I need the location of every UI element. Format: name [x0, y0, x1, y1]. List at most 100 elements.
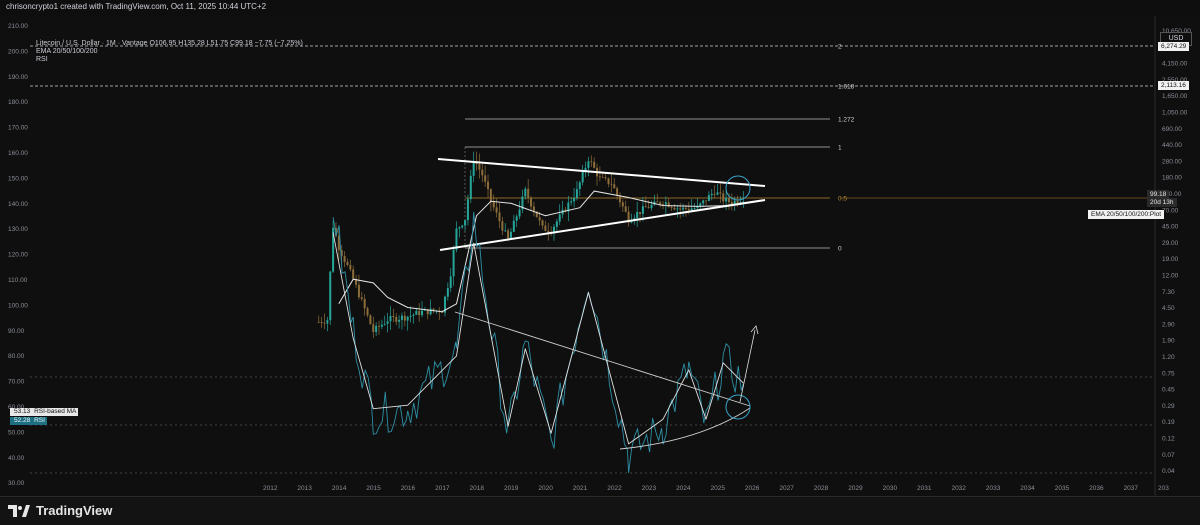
candle-body: [415, 310, 418, 315]
candle-body: [452, 249, 455, 277]
left-axis-label: 90.00: [8, 328, 25, 335]
right-axis-label: 440.00: [1162, 142, 1182, 149]
left-axis-label: 70.00: [8, 379, 25, 386]
candle-body: [530, 197, 533, 207]
x-axis-label: 2023: [642, 485, 657, 492]
candle-body: [616, 188, 619, 196]
right-axis-label: 19.00: [1162, 256, 1179, 263]
left-axis-label: 150.00: [8, 175, 28, 182]
tradingview-logo-icon: [8, 504, 30, 517]
tradingview-logo[interactable]: TradingView: [8, 503, 112, 518]
right-axis-label: 0.75: [1162, 370, 1175, 377]
candle-body: [484, 175, 487, 182]
candle-body: [621, 202, 624, 207]
candle-body: [702, 200, 705, 204]
candle-body: [375, 325, 378, 332]
x-axis-label: 2036: [1089, 485, 1104, 492]
candle-body: [400, 315, 403, 320]
breakout-arrow-shaft: [739, 329, 756, 403]
right-axis-label: 0.29: [1162, 403, 1175, 410]
candle-body: [418, 310, 421, 316]
rsi-ma-tag: 53.13 RSI-based MA: [10, 408, 79, 416]
candle-body: [349, 265, 352, 270]
candle-body: [392, 315, 395, 317]
x-axis-label: 203: [1158, 485, 1169, 492]
candle-body: [429, 308, 432, 315]
candle-body: [699, 203, 702, 206]
x-axis-label: 2022: [607, 485, 622, 492]
candle-body: [352, 269, 355, 279]
right-axis-label: 70.00: [1162, 207, 1179, 214]
candle-body: [659, 202, 662, 205]
footer: TradingView: [0, 496, 1200, 525]
chart-legend: Litecoin / U.S. Dollar · 1M · Vantage O1…: [36, 40, 303, 64]
candle-body: [366, 308, 369, 316]
candle-body: [607, 178, 610, 184]
candle-body: [395, 316, 398, 322]
left-axis-label: 210.00: [8, 23, 28, 30]
candle-body: [441, 312, 444, 313]
x-axis-label: 2017: [435, 485, 450, 492]
left-axis-label: 40.00: [8, 455, 25, 462]
rsi-legend[interactable]: RSI: [36, 56, 303, 64]
ema-legend[interactable]: EMA 20/50/100/200: [36, 48, 303, 56]
x-axis-label: 2029: [848, 485, 863, 492]
candle-body: [398, 319, 401, 322]
chart-area[interactable]: 210.00 200.00 190.00 180.00 170.00 160.00 150.…: [0, 16, 1200, 505]
left-axis-label: 120.00: [8, 252, 28, 259]
candle-body: [449, 276, 452, 289]
candle-body: [547, 230, 550, 233]
candle-body: [656, 201, 659, 203]
fib-2-price-tag: 6,274.29: [1158, 42, 1190, 51]
left-axis-label: 180.00: [8, 99, 28, 106]
candle-body: [690, 208, 693, 211]
x-axis-label: 2015: [366, 485, 381, 492]
candle-body: [587, 161, 590, 168]
right-axis-label: 690.00: [1162, 126, 1182, 133]
candle-body: [343, 255, 346, 262]
candle-body: [624, 206, 627, 212]
candle-body: [673, 207, 676, 210]
right-axis-label: 0.04: [1162, 468, 1175, 475]
candle-body: [403, 315, 406, 321]
x-axis-label: 2024: [676, 485, 691, 492]
fib-level-label: 1: [838, 145, 842, 152]
candle-body: [736, 200, 739, 204]
fib-level-label: 1.272: [838, 117, 855, 124]
candle-body: [507, 230, 510, 240]
candle-body: [357, 284, 360, 298]
right-axis-label: 45.00: [1162, 224, 1179, 231]
left-axis-label: 130.00: [8, 226, 28, 233]
candle-body: [469, 175, 472, 200]
candle-body: [722, 193, 725, 202]
candle-body: [647, 207, 650, 209]
chart-svg[interactable]: 210.00200.00190.00180.00170.00160.00150.…: [0, 16, 1200, 496]
rsi-ma-value: 53.13: [14, 408, 31, 415]
candle-body: [590, 161, 593, 163]
left-axis-label: 160.00: [8, 150, 28, 157]
candle-body: [386, 321, 389, 324]
candle-body: [650, 204, 653, 209]
candle-body: [518, 209, 521, 217]
candle-body: [570, 201, 573, 203]
left-axis-label: 200.00: [8, 48, 28, 55]
fib-level-label: 1.618: [838, 84, 855, 91]
candle-body: [317, 321, 320, 323]
right-axis-label: 0.12: [1162, 436, 1175, 443]
candle-body: [412, 314, 415, 316]
candle-body: [604, 177, 607, 179]
countdown-tag: 20d 13h: [1147, 198, 1177, 207]
right-axis-label: 2.90: [1162, 321, 1175, 328]
x-axis-label: 2034: [1020, 485, 1035, 492]
candle-body: [667, 202, 670, 207]
candle-body: [601, 176, 604, 178]
candle-body: [360, 297, 363, 299]
candle-body: [716, 192, 719, 195]
symbol-line[interactable]: Litecoin / U.S. Dollar · 1M · Vantage O1…: [36, 40, 303, 48]
x-axis-label: 2027: [779, 485, 794, 492]
right-axis-label: 0.19: [1162, 419, 1175, 426]
fib-level-label: 2: [838, 44, 842, 51]
x-axis-label: 2026: [745, 485, 760, 492]
right-axis-label: 29.00: [1162, 240, 1179, 247]
candle-body: [581, 171, 584, 183]
